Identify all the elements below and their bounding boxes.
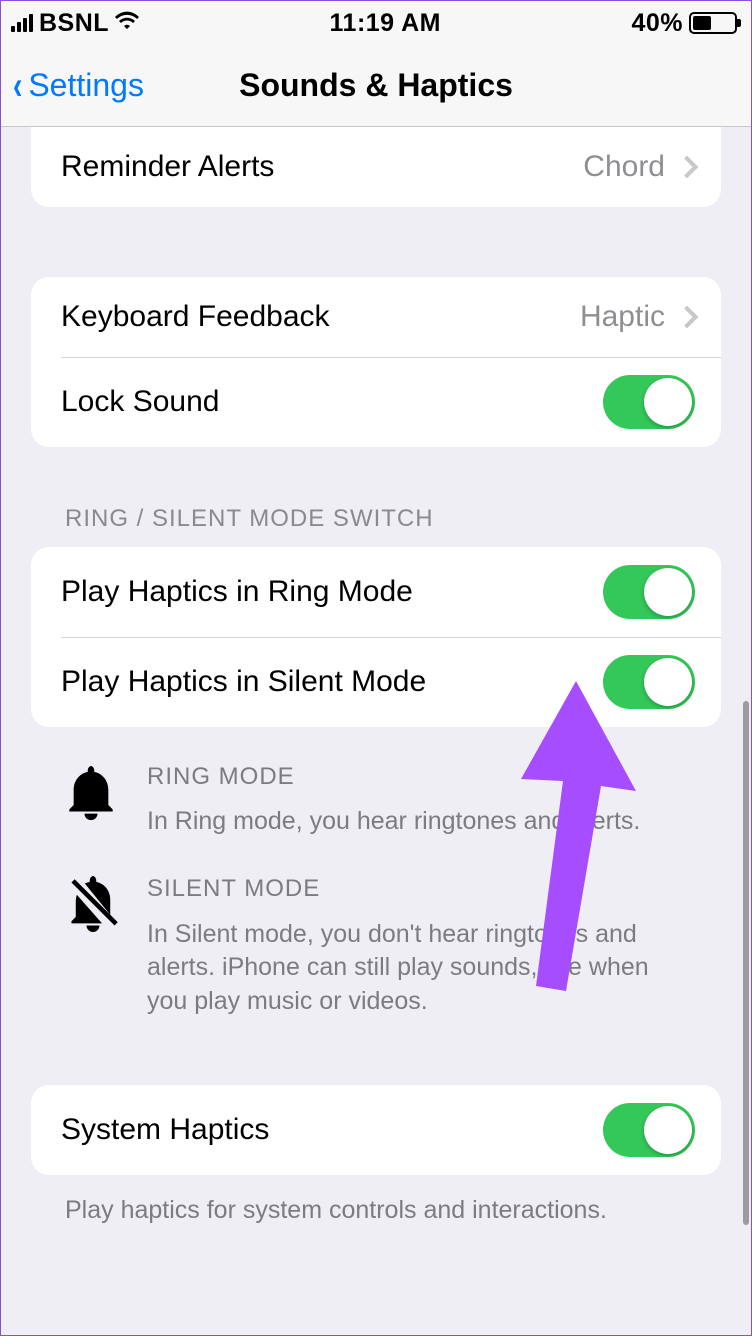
row-label: Keyboard Feedback bbox=[61, 300, 330, 334]
group-system-haptics: System Haptics bbox=[31, 1085, 721, 1175]
footer-body: In Silent mode, you don't hear ringtones… bbox=[147, 918, 687, 1019]
section-header-ring-silent: RING / SILENT MODE SWITCH bbox=[31, 447, 721, 547]
status-right: 40% bbox=[631, 9, 737, 38]
toggle-haptics-ring[interactable] bbox=[603, 565, 695, 619]
navigation-bar: ‹ Settings Sounds & Haptics bbox=[1, 45, 751, 127]
footer-title: SILENT MODE bbox=[147, 873, 687, 905]
bell-icon bbox=[65, 761, 121, 839]
scrollbar[interactable] bbox=[743, 701, 749, 1225]
row-label: Reminder Alerts bbox=[61, 150, 274, 184]
toggle-system-haptics[interactable] bbox=[603, 1103, 695, 1157]
status-left: BSNL bbox=[11, 9, 139, 38]
carrier-label: BSNL bbox=[39, 9, 109, 38]
battery-percent: 40% bbox=[631, 9, 683, 38]
chevron-right-icon bbox=[676, 306, 699, 329]
footer-system-haptics: Play haptics for system controls and int… bbox=[31, 1175, 721, 1228]
chevron-right-icon bbox=[676, 156, 699, 179]
row-label: Play Haptics in Ring Mode bbox=[61, 575, 413, 609]
row-value: Haptic bbox=[580, 300, 665, 334]
page-title: Sounds & Haptics bbox=[239, 67, 513, 104]
row-value: Chord bbox=[583, 150, 665, 184]
row-trail: Haptic bbox=[580, 300, 695, 334]
back-label: Settings bbox=[28, 67, 144, 104]
footer-silent-mode: SILENT MODE In Silent mode, you don't he… bbox=[65, 873, 687, 1019]
row-system-haptics: System Haptics bbox=[31, 1085, 721, 1175]
row-label: Play Haptics in Silent Mode bbox=[61, 665, 426, 699]
footer-body: In Ring mode, you hear ringtones and ale… bbox=[147, 805, 687, 839]
battery-icon bbox=[689, 12, 737, 34]
row-play-haptics-ring: Play Haptics in Ring Mode bbox=[31, 547, 721, 637]
group-sounds-top: Reminder Alerts Chord bbox=[31, 127, 721, 207]
row-keyboard-feedback[interactable]: Keyboard Feedback Haptic bbox=[31, 277, 721, 357]
bell-slash-icon bbox=[65, 873, 121, 1019]
wifi-icon bbox=[115, 10, 139, 36]
row-lock-sound: Lock Sound bbox=[31, 357, 721, 447]
group-ring-silent: Play Haptics in Ring Mode Play Haptics i… bbox=[31, 547, 721, 727]
content-area: Reminder Alerts Chord Keyboard Feedback … bbox=[1, 127, 751, 1258]
row-label: System Haptics bbox=[61, 1113, 269, 1147]
row-label: Lock Sound bbox=[61, 385, 219, 419]
group-keyboard-lock: Keyboard Feedback Haptic Lock Sound bbox=[31, 277, 721, 447]
footer-ring-silent: RING MODE In Ring mode, you hear rington… bbox=[31, 727, 721, 1019]
toggle-lock-sound[interactable] bbox=[603, 375, 695, 429]
row-trail: Chord bbox=[583, 150, 695, 184]
chevron-left-icon: ‹ bbox=[13, 66, 22, 106]
row-reminder-alerts[interactable]: Reminder Alerts Chord bbox=[31, 127, 721, 207]
status-time: 11:19 AM bbox=[330, 9, 441, 38]
status-bar: BSNL 11:19 AM 40% bbox=[1, 1, 751, 45]
toggle-haptics-silent[interactable] bbox=[603, 655, 695, 709]
row-play-haptics-silent: Play Haptics in Silent Mode bbox=[31, 637, 721, 727]
footer-title: RING MODE bbox=[147, 761, 687, 793]
back-button[interactable]: ‹ Settings bbox=[11, 45, 144, 126]
cellular-signal-icon bbox=[11, 14, 33, 32]
footer-ring-mode: RING MODE In Ring mode, you hear rington… bbox=[65, 761, 687, 839]
